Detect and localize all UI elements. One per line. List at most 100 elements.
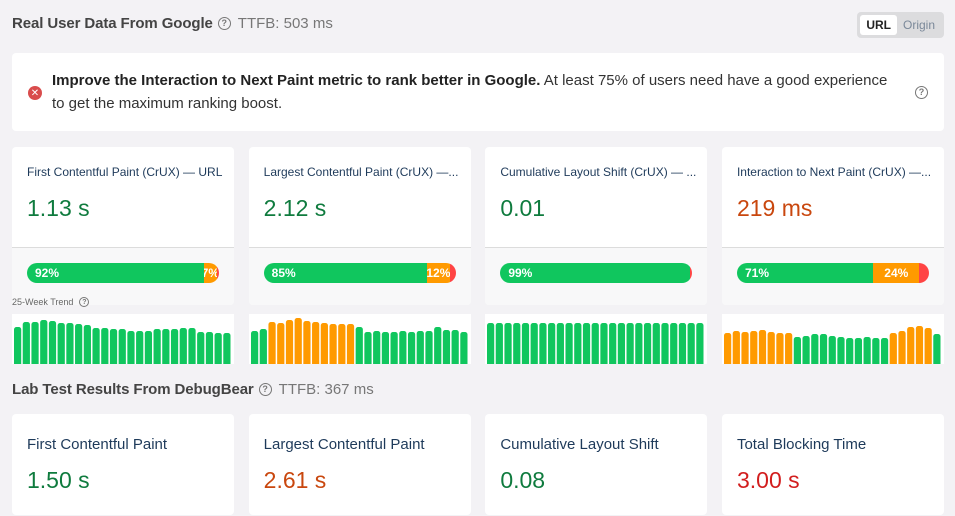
trend-bar[interactable] (179, 328, 187, 364)
trend-chart-fcp[interactable] (12, 314, 234, 364)
distribution-bar[interactable]: 85% 12% (263, 263, 456, 283)
trend-bar[interactable] (758, 330, 767, 364)
trend-bar[interactable] (223, 333, 231, 364)
trend-bar[interactable] (530, 323, 539, 364)
trend-bar[interactable] (136, 331, 144, 364)
trend-bar[interactable] (741, 332, 749, 364)
trend-bar[interactable] (863, 337, 871, 364)
trend-bar[interactable] (214, 333, 222, 364)
trend-bar[interactable] (268, 322, 276, 364)
trend-bar[interactable] (828, 336, 836, 364)
trend-bar[interactable] (83, 325, 91, 364)
trend-bar[interactable] (626, 323, 635, 364)
trend-bar[interactable] (635, 323, 643, 364)
trend-bar[interactable] (811, 334, 819, 364)
trend-bar[interactable] (880, 338, 889, 364)
lab-card-tbt[interactable]: Total Blocking Time 3.00 s (721, 414, 944, 515)
trend-bar[interactable] (205, 332, 214, 364)
trend-bar[interactable] (915, 326, 924, 364)
trend-bar[interactable] (504, 323, 512, 364)
trend-bar[interactable] (153, 329, 161, 364)
trend-bar[interactable] (819, 334, 828, 364)
distribution-bar[interactable]: 99% (500, 263, 693, 283)
trend-bar[interactable] (329, 324, 337, 364)
trend-bar[interactable] (127, 331, 135, 364)
trend-bar[interactable] (407, 332, 415, 364)
trend-bar[interactable] (398, 331, 407, 364)
trend-bar[interactable] (170, 329, 179, 364)
distribution-bar[interactable]: 71% 24% (736, 263, 929, 283)
help-icon[interactable]: ? (915, 85, 928, 99)
crux-card-fcp[interactable]: First Contentful Paint (CrUX) — URL 1.13 … (12, 147, 234, 305)
trend-bar[interactable] (433, 327, 441, 364)
trend-bar[interactable] (872, 338, 880, 364)
trend-bar[interactable] (459, 332, 468, 364)
trend-bar[interactable] (618, 323, 626, 364)
trend-bar[interactable] (381, 332, 389, 364)
trend-bar[interactable] (513, 323, 521, 364)
trend-bar[interactable] (898, 331, 906, 364)
trend-bar[interactable] (75, 324, 83, 364)
trend-bar[interactable] (652, 323, 661, 364)
trend-bar[interactable] (732, 331, 740, 364)
trend-bar[interactable] (372, 331, 380, 364)
trend-bar[interactable] (696, 323, 704, 364)
trend-bar[interactable] (285, 320, 293, 364)
toggle-url[interactable]: URL (860, 15, 897, 35)
trend-chart-lcp[interactable] (248, 314, 471, 364)
trend-bar[interactable] (188, 328, 196, 364)
trend-bar[interactable] (793, 337, 801, 364)
trend-bar[interactable] (311, 322, 319, 364)
trend-bar[interactable] (31, 322, 39, 364)
trend-bar[interactable] (548, 323, 556, 364)
trend-bar[interactable] (109, 329, 118, 364)
trend-bar[interactable] (390, 332, 398, 364)
trend-bar[interactable] (101, 328, 109, 364)
trend-bar[interactable] (687, 323, 696, 364)
trend-bar[interactable] (565, 323, 574, 364)
trend-bar[interactable] (889, 333, 897, 364)
trend-bar[interactable] (583, 323, 591, 364)
trend-bar[interactable] (40, 320, 48, 364)
trend-bar[interactable] (259, 329, 267, 364)
trend-bar[interactable] (416, 331, 424, 364)
trend-bar[interactable] (442, 330, 450, 364)
trend-bar[interactable] (250, 331, 258, 364)
help-icon[interactable]: ? (258, 383, 272, 396)
trend-bar[interactable] (162, 329, 170, 364)
trend-bar[interactable] (346, 324, 354, 364)
trend-bar[interactable] (48, 321, 57, 364)
trend-bar[interactable] (661, 323, 669, 364)
trend-bar[interactable] (522, 323, 530, 364)
help-icon[interactable]: ? (79, 297, 90, 307)
help-icon[interactable]: ? (217, 17, 231, 30)
trend-bar[interactable] (539, 323, 547, 364)
trend-bar[interactable] (294, 318, 302, 364)
trend-bar[interactable] (57, 323, 65, 364)
trend-bar[interactable] (557, 323, 565, 364)
trend-bar[interactable] (907, 327, 915, 364)
crux-card-inp[interactable]: Interaction to Next Paint (CrUX) —... 219… (721, 147, 944, 305)
lab-card-lcp[interactable]: Largest Contentful Paint 2.61 s (248, 414, 471, 515)
trend-bar[interactable] (644, 323, 652, 364)
trend-bar[interactable] (591, 323, 600, 364)
trend-bar[interactable] (197, 332, 205, 364)
trend-bar[interactable] (933, 334, 941, 364)
trend-bar[interactable] (66, 323, 74, 364)
trend-bar[interactable] (670, 323, 678, 364)
trend-bar[interactable] (355, 327, 363, 364)
trend-bar[interactable] (337, 324, 346, 364)
trend-bar[interactable] (144, 331, 153, 364)
trend-bar[interactable] (302, 321, 311, 364)
trend-bar[interactable] (837, 337, 845, 364)
trend-bar[interactable] (723, 333, 732, 364)
trend-bar[interactable] (92, 328, 100, 364)
crux-card-lcp[interactable]: Largest Contentful Paint (CrUX) —... 2.12… (248, 147, 471, 305)
trend-bar[interactable] (364, 332, 372, 364)
distribution-bar[interactable]: 92%7% (27, 263, 219, 283)
trend-bar[interactable] (679, 323, 687, 364)
trend-bar[interactable] (802, 336, 810, 364)
trend-bar[interactable] (14, 327, 22, 364)
trend-bar[interactable] (767, 332, 775, 364)
trend-bar[interactable] (776, 333, 784, 364)
